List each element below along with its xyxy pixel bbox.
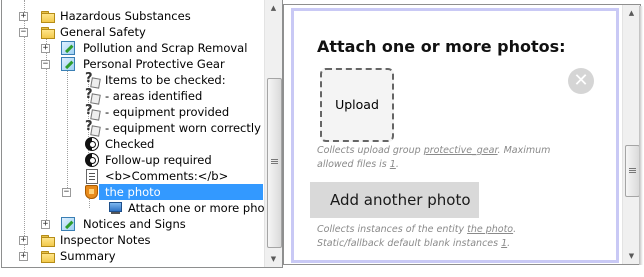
upload-button[interactable]: Upload	[320, 68, 394, 142]
upload-group-link[interactable]: protective_gear	[424, 145, 498, 156]
hint-text: Collects instances of the entity	[317, 224, 468, 235]
tree-item-label: Follow-up required	[105, 153, 212, 167]
tree-item-inspector-notes[interactable]: + Inspector Notes	[2, 232, 264, 248]
tree-item-label: Items to be checked:	[105, 73, 226, 87]
entity-link[interactable]: the photo	[467, 224, 513, 235]
question-icon	[85, 119, 99, 135]
tree-item-label: Hazardous Substances	[60, 9, 191, 23]
folder-icon	[40, 9, 55, 23]
tree-item-the-photo[interactable]: − the photo	[2, 184, 264, 200]
tree-item-general-safety[interactable]: − General Safety	[2, 24, 264, 40]
folder-icon	[40, 25, 55, 39]
tree-item-attach-photos[interactable]: Attach one or more photos:	[2, 200, 264, 216]
tree-item-label: Inspector Notes	[60, 233, 151, 247]
tree-item-personal-protective-gear[interactable]: − Personal Protective Gear	[2, 56, 264, 72]
hint-text: Collects upload group	[317, 145, 424, 156]
folder-icon	[40, 249, 55, 263]
form-icon	[61, 41, 75, 55]
tree-item-label: - equipment worn correctly	[105, 121, 261, 135]
instances-hint: Collects instances of the entity the pho…	[317, 223, 557, 251]
expand-icon[interactable]: +	[41, 44, 50, 53]
text-icon	[86, 169, 98, 184]
scroll-up-arrow-icon[interactable]: ▲	[265, 0, 282, 16]
tree-item-label: Summary	[60, 249, 116, 263]
tree-item-items-to-be-checked[interactable]: Items to be checked:	[2, 71, 264, 88]
upload-hint: Collects upload group protective_gear. M…	[317, 144, 557, 172]
add-another-photo-button[interactable]: Add another photo	[310, 182, 479, 218]
tree-item-label: Attach one or more photos:	[128, 201, 264, 215]
tree-scrollbar[interactable]: ▲ ▼	[264, 0, 282, 267]
grip-icon	[629, 168, 636, 173]
tree-view: + Hazardous Substances − General Safety …	[2, 0, 264, 267]
upload-icon	[108, 201, 122, 215]
tree-item-label: Pollution and Scrap Removal	[83, 41, 248, 55]
tree-item-label: General Safety	[60, 25, 146, 39]
expand-icon[interactable]: +	[19, 236, 28, 245]
close-circle-icon[interactable]: ✕	[568, 68, 594, 94]
expand-icon[interactable]: +	[19, 252, 28, 261]
preview-title: Attach one or more photos:	[317, 37, 566, 56]
hint-text: .	[507, 238, 511, 249]
tree-item-notices-and-signs[interactable]: + Notices and Signs	[2, 216, 264, 232]
collapse-icon[interactable]: −	[41, 60, 50, 69]
question-icon	[85, 71, 99, 87]
tree-item-label: <b>Comments:</b>	[105, 169, 229, 183]
tree-item-areas-identified[interactable]: - areas identified	[2, 87, 264, 104]
question-icon	[85, 87, 99, 103]
scroll-down-arrow-icon[interactable]: ▼	[265, 251, 282, 267]
tree-item-label: - equipment provided	[105, 105, 230, 119]
scrollbar-thumb[interactable]	[625, 145, 640, 197]
question-icon	[85, 103, 99, 119]
expand-icon[interactable]: +	[19, 12, 28, 21]
expand-icon[interactable]: +	[41, 220, 50, 229]
scroll-up-arrow-icon[interactable]: ▲	[623, 5, 640, 21]
hint-text: .	[395, 159, 399, 170]
choice-icon	[85, 137, 99, 151]
tree-panel: + Hazardous Substances − General Safety …	[1, 0, 283, 268]
tree-item-label: Personal Protective Gear	[83, 57, 225, 71]
tree-item-label: the photo	[105, 185, 161, 199]
scroll-down-arrow-icon[interactable]: ▼	[623, 248, 640, 264]
shield-icon	[85, 185, 98, 199]
form-icon	[61, 57, 75, 71]
form-icon	[61, 217, 75, 231]
tree-item-follow-up-required[interactable]: Follow-up required	[2, 152, 264, 168]
tree-item-checked[interactable]: Checked	[2, 136, 264, 152]
form-preview: Attach one or more photos: Upload ✕ Coll…	[291, 8, 619, 263]
tree-item-equipment-provided[interactable]: - equipment provided	[2, 103, 264, 120]
scrollbar-thumb[interactable]	[267, 78, 282, 248]
preview-panel: Attach one or more photos: Upload ✕ Coll…	[283, 4, 641, 265]
tree-item-label: Notices and Signs	[83, 217, 186, 231]
preview-scrollbar[interactable]: ▲ ▼	[622, 5, 640, 264]
tree-item-equipment-worn-correctly[interactable]: - equipment worn correctly	[2, 119, 264, 136]
tree-item-comments[interactable]: <b>Comments:</b>	[2, 168, 264, 184]
tree-item-pollution-and-scrap-removal[interactable]: + Pollution and Scrap Removal	[2, 40, 264, 56]
tree-item-label: Checked	[105, 137, 155, 151]
tree-item-hazardous-substances[interactable]: + Hazardous Substances	[2, 8, 264, 24]
collapse-icon[interactable]: −	[19, 28, 28, 37]
folder-icon	[40, 233, 55, 247]
choice-icon	[85, 153, 99, 167]
panel-shadow	[639, 6, 643, 265]
tree-item-label: - areas identified	[105, 89, 203, 103]
grip-icon	[271, 159, 278, 164]
collapse-icon[interactable]: −	[62, 188, 71, 197]
tree-item-summary[interactable]: + Summary	[2, 248, 264, 264]
